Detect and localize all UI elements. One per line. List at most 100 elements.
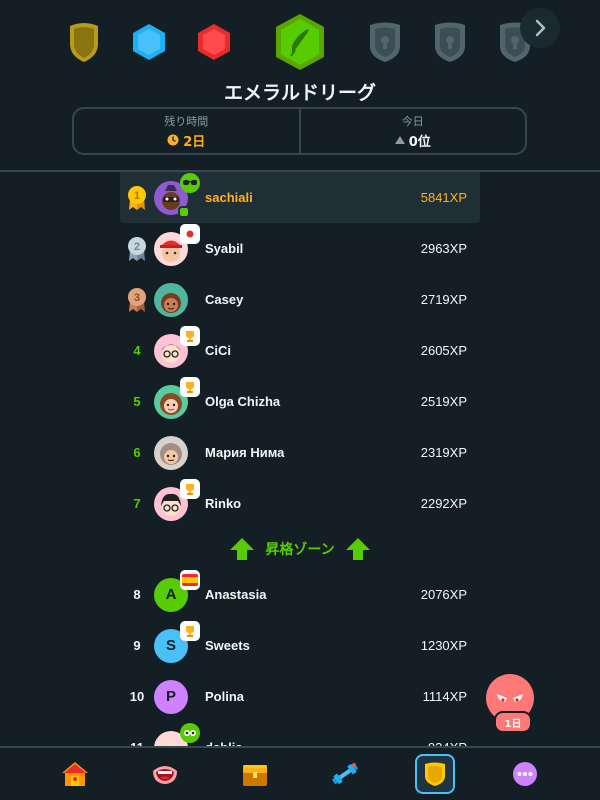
bubble-day-badge: 1日 [494, 711, 532, 733]
nav-practice[interactable] [325, 754, 365, 794]
user-name: sachiali [205, 190, 253, 205]
time-left-cell: 残り時間 2日 [74, 109, 299, 153]
trophy-icon [180, 376, 200, 397]
user-name: Olga Chizha [205, 394, 281, 409]
rank-number: 8 [133, 587, 141, 602]
leaderboard-row[interactable]: 3 Casey 2719XP [120, 274, 480, 325]
avatar [154, 376, 200, 419]
rank-number: 10 [129, 689, 145, 704]
user-xp: 5841XP [420, 190, 467, 205]
user-name: CiCi [205, 343, 231, 358]
trophy-icon [180, 325, 200, 346]
today-label: 今日 [401, 114, 424, 128]
leaderboard-row[interactable]: 8 A Anastasia 2076XP [120, 569, 480, 620]
user-xp: 2076XP [420, 587, 467, 602]
nav-chest[interactable] [235, 754, 275, 794]
bronze-league-icon[interactable] [66, 20, 102, 64]
rank-number: 7 [133, 496, 141, 511]
leaderboard-row[interactable]: 9 S Sweets 1230XP [120, 620, 480, 671]
user-name: Casey [205, 292, 244, 307]
emerald-league-icon[interactable] [274, 12, 326, 72]
rank-3-medal: 3 [120, 287, 154, 313]
svg-text:1: 1 [134, 190, 140, 202]
league-shield-icon [425, 762, 445, 786]
avatar: P [154, 679, 188, 714]
user-xp: 2963XP [420, 241, 467, 256]
rank-number: 9 [133, 638, 141, 653]
more-icon [513, 762, 537, 786]
time-left-value: 2日 [167, 131, 205, 150]
sapphire-league-icon[interactable] [131, 22, 167, 62]
league-info-box: 残り時間 2日 今日 0位 [72, 107, 527, 155]
trophy-icon [180, 620, 200, 641]
sunglasses-emoji-icon [180, 172, 200, 193]
promotion-zone-label: 昇格ゾーン [265, 542, 335, 558]
today-cell: 今日 0位 [298, 109, 526, 153]
user-xp: 1114XP [422, 689, 467, 704]
leaderboard-row[interactable]: 5 Olga Chizha 2519XP [120, 376, 480, 427]
owl-icon [180, 722, 200, 743]
avatar [154, 223, 200, 266]
user-xp: 2519XP [420, 394, 467, 409]
avatar [154, 325, 200, 368]
user-name: Sweets [205, 638, 250, 653]
nav-home[interactable] [55, 754, 95, 794]
avatar [154, 282, 188, 317]
leaderboard-row[interactable]: 2 Syabil 2963XP [120, 223, 480, 274]
avatar: A [154, 569, 200, 612]
user-name: Syabil [205, 241, 244, 256]
leaderboard-row[interactable]: 6 Мария Нима 2319XP [120, 427, 480, 478]
rank-2-medal: 2 [120, 236, 154, 262]
trophy-icon [180, 478, 200, 499]
rank-number: 5 [133, 394, 141, 409]
user-name: Polina [205, 689, 245, 704]
spain-flag-icon [180, 569, 200, 590]
next-league-button[interactable] [520, 8, 560, 48]
mouth-icon [153, 766, 177, 784]
leaderboard-row[interactable]: 1 sachiali 5841XP [120, 172, 480, 223]
today-value: 0位 [394, 131, 431, 150]
avatar [154, 478, 200, 521]
nav-more[interactable] [505, 754, 545, 794]
today-text: 0位 [408, 134, 431, 150]
rank-number: 6 [133, 445, 141, 460]
locked-league-icon[interactable] [431, 20, 469, 64]
triangle-up-icon [394, 136, 405, 144]
locked-league-icon[interactable] [366, 20, 404, 64]
online-indicator [178, 205, 190, 218]
leaderboard-row[interactable]: 4 CiCi 2605XP [120, 325, 480, 376]
user-xp: 1230XP [420, 638, 467, 653]
promotion-zone-divider: 昇格ゾーン [120, 529, 480, 569]
user-name: Rinko [205, 496, 242, 511]
chevron-right-icon [535, 19, 546, 37]
user-xp: 2319XP [420, 445, 467, 460]
user-name: Мария Нима [205, 445, 285, 460]
user-xp: 2292XP [420, 496, 467, 511]
japan-flag-icon [180, 223, 200, 244]
avatar [154, 172, 200, 218]
bottom-nav [0, 746, 600, 800]
angry-eyes-icon [497, 694, 523, 702]
nav-leaderboard[interactable] [415, 754, 455, 794]
league-badges-row [0, 0, 600, 80]
arrow-up-icon [345, 538, 370, 560]
avatar [154, 435, 188, 470]
ruby-league-icon[interactable] [196, 22, 232, 62]
arrow-up-icon [230, 538, 255, 560]
leaderboard: 1 sachiali 5841XP 2 Syabil 2963XP 3 Case… [120, 172, 480, 773]
rank-1-medal: 1 [120, 185, 154, 211]
user-xp: 2605XP [420, 343, 467, 358]
svg-text:3: 3 [134, 292, 140, 304]
user-name: Anastasia [205, 587, 267, 602]
svg-text:2: 2 [134, 241, 140, 253]
nav-speaking[interactable] [145, 754, 185, 794]
time-left-text: 2日 [183, 134, 206, 150]
leaderboard-row[interactable]: 10 P Polina 1114XP [120, 671, 480, 722]
home-icon [62, 762, 88, 786]
rank-number: 4 [133, 343, 141, 358]
dumbbell-icon [332, 763, 358, 785]
treasure-chest-icon [243, 765, 267, 786]
clock-icon [167, 134, 179, 146]
leaderboard-row[interactable]: 7 Rinko 2292XP [120, 478, 480, 529]
time-left-label: 残り時間 [164, 114, 209, 128]
